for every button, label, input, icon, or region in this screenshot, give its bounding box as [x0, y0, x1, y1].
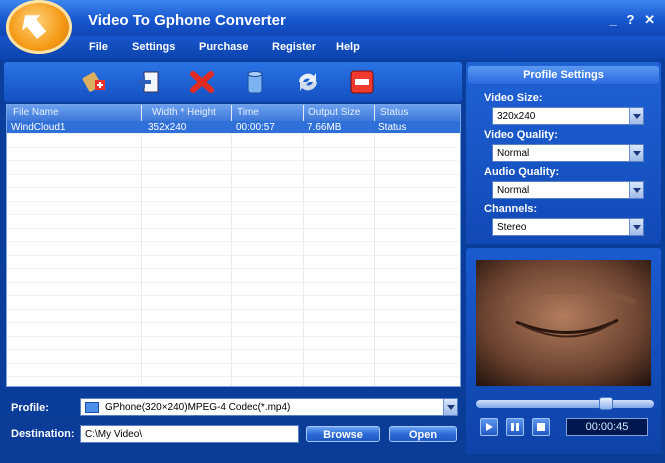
empty-row: [7, 364, 460, 377]
window-controls: _ ? ✕: [604, 12, 655, 28]
menu-settings[interactable]: Settings: [132, 41, 175, 53]
col-dimensions[interactable]: Width * Height: [152, 107, 216, 118]
seek-slider[interactable]: [476, 397, 654, 410]
empty-row: [7, 243, 460, 256]
empty-row: [7, 162, 460, 175]
empty-row: [7, 324, 460, 337]
toolbar: [4, 62, 462, 102]
chevron-down-icon[interactable]: [629, 108, 643, 124]
pause-button[interactable]: [506, 418, 524, 436]
title-bar: Video To Gphone Converter _ ? ✕: [0, 0, 665, 54]
empty-row: [7, 189, 460, 202]
audio-quality-value: Normal: [497, 185, 530, 196]
empty-row: [7, 337, 460, 350]
chevron-down-icon[interactable]: [629, 182, 643, 198]
help-button[interactable]: ?: [627, 12, 635, 27]
chevron-down-icon[interactable]: [629, 145, 643, 161]
profile-settings-heading: Profile Settings: [468, 66, 659, 84]
phone-icon: [85, 402, 99, 413]
video-quality-select[interactable]: Normal: [492, 144, 644, 162]
audio-quality-select[interactable]: Normal: [492, 181, 644, 199]
chevron-down-icon[interactable]: [629, 219, 643, 235]
cell-time: 00:00:57: [236, 122, 275, 133]
window-title: Video To Gphone Converter: [88, 12, 286, 29]
profile-settings-panel: Profile Settings Video Size: 320x240 Vid…: [466, 62, 661, 244]
menu-purchase[interactable]: Purchase: [199, 41, 249, 53]
empty-row: [7, 202, 460, 215]
browse-button[interactable]: Browse: [306, 426, 380, 442]
empty-row: [7, 283, 460, 296]
empty-row: [7, 270, 460, 283]
empty-row: [7, 229, 460, 242]
add-file-icon[interactable]: [80, 68, 110, 96]
empty-row: [7, 256, 460, 269]
empty-row: [7, 135, 460, 148]
empty-row: [7, 351, 460, 364]
destination-value: C:\My Video\: [85, 429, 143, 440]
file-list-table[interactable]: File Name Width * Height Time Output Siz…: [6, 104, 461, 387]
profile-label: Profile:: [11, 402, 49, 414]
video-size-label: Video Size:: [484, 92, 543, 104]
open-button[interactable]: Open: [389, 426, 457, 442]
cell-file-name: WindCloud1: [11, 122, 66, 133]
cell-status: Status: [378, 122, 407, 133]
col-file-name[interactable]: File Name: [13, 107, 59, 118]
seek-handle[interactable]: [599, 397, 613, 410]
profile-value: GPhone(320×240)MPEG-4 Codec(*.mp4): [105, 402, 291, 413]
channels-select[interactable]: Stereo: [492, 218, 644, 236]
menu-bar: File Settings Purchase Register Help: [0, 36, 665, 60]
profile-select[interactable]: GPhone(320×240)MPEG-4 Codec(*.mp4): [80, 398, 458, 416]
stop-square-icon: [537, 423, 545, 431]
app-logo-icon: [6, 0, 72, 54]
play-button[interactable]: [480, 418, 498, 436]
clear-list-icon[interactable]: [240, 68, 270, 96]
pause-icon: [511, 423, 519, 431]
convert-icon[interactable]: [293, 68, 323, 96]
video-size-value: 320x240: [497, 111, 536, 122]
destination-input[interactable]: C:\My Video\: [80, 425, 299, 443]
time-display: 00:00:45: [566, 418, 648, 436]
col-status[interactable]: Status: [380, 107, 408, 118]
empty-row: [7, 216, 460, 229]
col-time[interactable]: Time: [237, 107, 259, 118]
minimize-button[interactable]: _: [610, 12, 617, 27]
add-folder-icon[interactable]: [134, 68, 164, 96]
stop-playback-button[interactable]: [532, 418, 550, 436]
close-button[interactable]: ✕: [644, 12, 655, 27]
cell-output-size: 7.66MB: [307, 122, 342, 133]
empty-row: [7, 378, 460, 387]
chevron-down-icon[interactable]: [443, 399, 457, 415]
menu-register[interactable]: Register: [272, 41, 316, 53]
remove-icon[interactable]: [187, 68, 217, 96]
video-quality-value: Normal: [497, 148, 530, 159]
table-header: File Name Width * Height Time Output Siz…: [7, 105, 460, 121]
stop-icon[interactable]: [347, 68, 377, 96]
video-size-select[interactable]: 320x240: [492, 107, 644, 125]
video-quality-label: Video Quality:: [484, 129, 558, 141]
audio-quality-label: Audio Quality:: [484, 166, 560, 178]
menu-help[interactable]: Help: [336, 41, 360, 53]
menu-file[interactable]: File: [89, 41, 108, 53]
video-preview: [476, 260, 651, 386]
empty-row: [7, 148, 460, 161]
destination-label: Destination:: [11, 428, 75, 440]
empty-row: [7, 310, 460, 323]
output-settings: Profile: GPhone(320×240)MPEG-4 Codec(*.m…: [4, 392, 462, 452]
app-window: Video To Gphone Converter _ ? ✕ File Set…: [0, 0, 665, 463]
table-row[interactable]: WindCloud1 352x240 00:00:57 7.66MB Statu…: [7, 121, 460, 134]
empty-row: [7, 297, 460, 310]
channels-label: Channels:: [484, 203, 538, 215]
empty-row: [7, 175, 460, 188]
channels-value: Stereo: [497, 222, 527, 233]
cell-dimensions: 352x240: [148, 122, 187, 133]
col-output-size[interactable]: Output Size: [308, 107, 360, 118]
preview-panel: 00:00:45: [466, 248, 661, 454]
play-icon: [486, 423, 493, 431]
